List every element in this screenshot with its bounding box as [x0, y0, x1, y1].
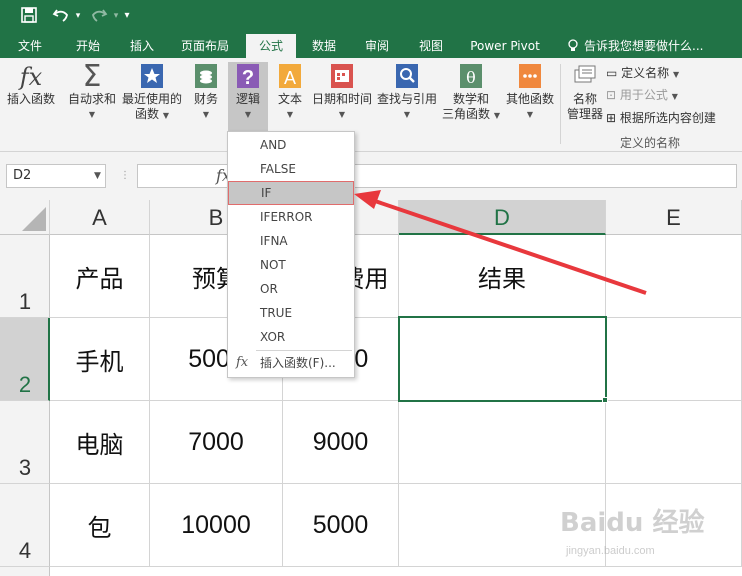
arrow-shaft	[371, 198, 647, 295]
annotation-arrow	[354, 190, 647, 295]
baidu-watermark: Baidu 经验	[560, 508, 705, 538]
arrow-head	[354, 190, 381, 209]
excel-window: ▾ ▾ ▾ 文件 开始 插入 页面布局 公式 数据 审阅 视图 Power Pi…	[0, 0, 742, 576]
baidu-watermark-url: jingyan.baidu.com	[566, 545, 655, 557]
